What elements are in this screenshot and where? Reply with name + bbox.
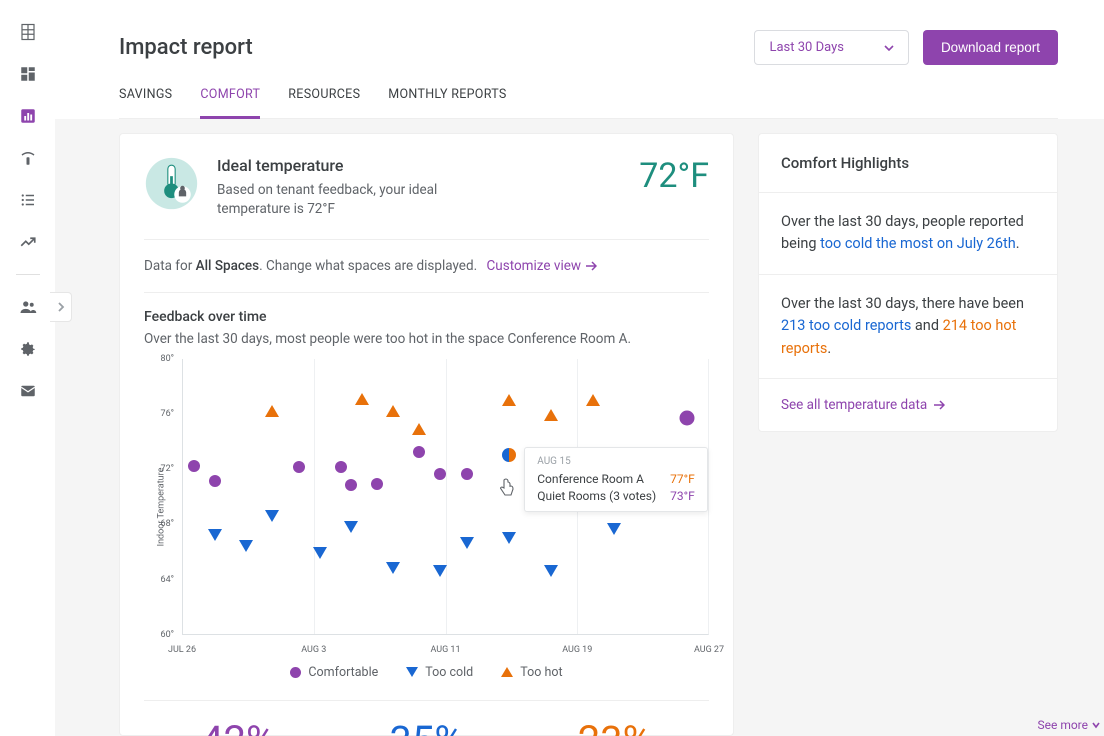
y-tick: 72° — [161, 464, 174, 474]
x-tick: AUG 3 — [301, 645, 326, 655]
chart-point-comfortable[interactable] — [345, 479, 357, 491]
list-icon[interactable] — [18, 190, 38, 210]
chart-point-too-hot[interactable] — [265, 405, 279, 417]
see-all-label: See all temperature data — [781, 397, 927, 413]
chart-point-too-hot[interactable] — [544, 409, 558, 421]
y-tick: 76° — [161, 409, 174, 419]
users-icon[interactable] — [18, 297, 38, 317]
feedback-chart: Indoor Temperature 80°76°72°68°64°60° AU… — [138, 359, 709, 655]
dashboard-icon[interactable] — [18, 64, 38, 84]
y-tick: 64° — [161, 575, 174, 585]
chart-point-too-cold[interactable] — [607, 523, 621, 535]
see-more-link[interactable]: See more — [1037, 718, 1100, 732]
chart-point-comfortable[interactable] — [209, 475, 221, 487]
chart-heading: Feedback over time — [144, 309, 709, 325]
legend-comfortable: Comfortable — [290, 665, 378, 680]
customize-view-label: Customize view — [487, 258, 582, 274]
thermometer-thumb-icon — [144, 156, 199, 211]
y-tick: 80° — [161, 354, 174, 364]
highlight-1-link[interactable]: too cold the most on July 26th — [820, 235, 1016, 252]
data-for-prefix: Data for — [144, 258, 196, 274]
arrow-right-icon — [933, 400, 945, 410]
pct-comfortable: 42% — [201, 717, 275, 736]
customize-view-link[interactable]: Customize view — [487, 258, 598, 274]
chart-point-comfortable[interactable] — [413, 446, 425, 458]
rail-expand-toggle[interactable] — [50, 292, 72, 322]
highlights-title: Comfort Highlights — [759, 134, 1057, 193]
x-tick: JUL 26 — [168, 645, 196, 655]
cursor-pointer-icon — [498, 478, 516, 502]
ideal-temp-value: 72°F — [639, 156, 709, 196]
gear-icon[interactable] — [18, 339, 38, 359]
page-title: Impact report — [119, 35, 253, 60]
chart-point-too-hot[interactable] — [586, 394, 600, 406]
chart-point-comfortable[interactable] — [293, 461, 305, 473]
x-tick: AUG 27 — [694, 645, 724, 655]
chart-subheading: Over the last 30 days, most people were … — [144, 331, 709, 347]
chart-point-too-hot[interactable] — [386, 405, 400, 417]
date-range-select[interactable]: Last 30 Days — [754, 30, 908, 65]
pct-too-hot: 23% — [578, 717, 652, 736]
chart-point-too-cold[interactable] — [208, 529, 222, 541]
pct-too-cold: 35% — [389, 717, 463, 736]
chart-point-too-cold[interactable] — [502, 532, 516, 544]
x-tick: AUG 11 — [430, 645, 460, 655]
arrow-right-icon — [585, 261, 597, 271]
x-tick: AUG 19 — [562, 645, 592, 655]
trend-icon[interactable] — [18, 232, 38, 252]
legend-too-cold: Too cold — [406, 665, 473, 680]
chart-legend: Comfortable Too cold Too hot — [144, 655, 709, 696]
chart-point-too-cold[interactable] — [433, 565, 447, 577]
data-scope-row: Data for All Spaces. Change what spaces … — [144, 240, 709, 293]
date-range-value: Last 30 Days — [769, 40, 843, 55]
highlight-1: Over the last 30 days, people reported b… — [759, 193, 1057, 275]
ideal-temp-title: Ideal temperature — [217, 156, 497, 175]
percentage-row: 42% 35% 23% — [144, 700, 709, 736]
analytics-icon[interactable] — [18, 106, 38, 126]
comfort-highlights-card: Comfort Highlights Over the last 30 days… — [758, 133, 1058, 432]
chart-point-comfortable[interactable] — [188, 460, 200, 472]
comfort-panel: Ideal temperature Based on tenant feedba… — [119, 133, 734, 736]
chart-point-too-cold[interactable] — [460, 537, 474, 549]
remote-icon[interactable] — [18, 148, 38, 168]
chevron-down-icon — [884, 45, 894, 51]
see-all-temperature-link[interactable]: See all temperature data — [781, 397, 945, 413]
chart-point-comfortable[interactable] — [371, 478, 383, 490]
chart-point-too-hot[interactable] — [412, 423, 426, 435]
data-for-suffix: . Change what spaces are displayed. — [259, 258, 477, 274]
ideal-temp-desc: Based on tenant feedback, your ideal tem… — [217, 181, 497, 219]
chart-tooltip: AUG 15Conference Room A77°FQuiet Rooms (… — [524, 447, 708, 512]
mail-icon[interactable] — [18, 381, 38, 401]
chevron-down-icon — [1092, 720, 1100, 730]
chart-point-split[interactable] — [502, 448, 516, 462]
chart-point-comfortable[interactable] — [335, 461, 347, 473]
chart-point-too-cold[interactable] — [386, 562, 400, 574]
rail-separator — [16, 274, 40, 275]
chart-point-too-cold[interactable] — [239, 540, 253, 552]
chart-point-too-hot[interactable] — [502, 394, 516, 406]
chart-point-comfortable[interactable] — [680, 410, 695, 425]
y-tick: 60° — [161, 630, 174, 640]
chart-point-too-cold[interactable] — [544, 565, 558, 577]
chart-point-comfortable[interactable] — [434, 468, 446, 480]
legend-too-hot: Too hot — [501, 665, 562, 680]
chart-point-too-cold[interactable] — [344, 521, 358, 533]
y-tick: 68° — [161, 519, 174, 529]
chart-point-too-cold[interactable] — [265, 510, 279, 522]
download-report-button[interactable]: Download report — [923, 30, 1058, 65]
chart-point-comfortable[interactable] — [461, 468, 473, 480]
chart-point-too-hot[interactable] — [355, 393, 369, 405]
chart-point-too-cold[interactable] — [313, 547, 327, 559]
data-for-scope: All Spaces — [196, 258, 259, 274]
highlight-2: Over the last 30 days, there have been 2… — [759, 275, 1057, 379]
highlight-2-link-cold[interactable]: 213 too cold reports — [781, 317, 911, 334]
logo-grid-icon[interactable] — [18, 22, 38, 42]
